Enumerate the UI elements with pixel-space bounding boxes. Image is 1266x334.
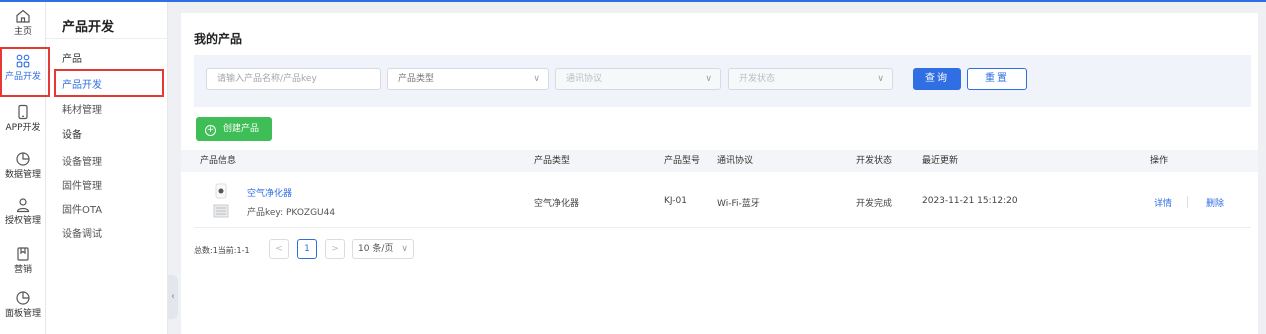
rail-item-auth-mgmt[interactable]: 授权管理 [0, 193, 46, 233]
subnav-group-product: 产品 [62, 54, 82, 65]
select-value: 通讯协议 [566, 74, 603, 84]
highlight-box [54, 69, 164, 97]
rail-label: 主页 [13, 27, 32, 37]
page-size-value: 10 条/页 [358, 244, 394, 254]
subnav-item-device-debug[interactable]: 设备调试 [62, 225, 102, 240]
rail-item-app-dev[interactable]: APP开发 [0, 100, 46, 140]
cell-updated: 2023-11-21 15:12:20 [922, 196, 1018, 206]
subnav-item-firmware-mgmt[interactable]: 固件管理 [62, 177, 102, 192]
search-input[interactable]: 请输入产品名称/产品key [206, 68, 381, 90]
page-size-select[interactable]: 10 条/页 ∨ [352, 239, 414, 259]
subnav-group-device: 设备 [62, 130, 82, 141]
rail-label: 数据管理 [4, 170, 41, 180]
main-card: 我的产品 请输入产品名称/产品key 产品类型 ∨ 通讯协议 ∨ 开发状态 ∨ … [181, 13, 1258, 334]
reset-button[interactable]: 重置 [967, 68, 1027, 90]
top-accent-line [0, 0, 1266, 2]
cell-model: KJ-01 [664, 196, 687, 206]
product-key: 产品key: PKOZGU44 [247, 208, 336, 218]
sub-nav: 产品开发 产品 产品开发 耗材管理 设备 设备管理 固件管理 固件OTA 设备调… [46, 2, 168, 334]
cell-protocol: Wi-Fi-蓝牙 [717, 199, 760, 209]
rail-label: APP开发 [5, 123, 41, 133]
chevron-down-icon: ∨ [533, 74, 540, 84]
pager-summary: 总数:1当前:1-1 [194, 246, 250, 255]
rail-label: 授权管理 [4, 216, 41, 226]
page-1-button[interactable]: 1 [297, 239, 317, 259]
query-button[interactable]: 查询 [913, 68, 961, 90]
column-header: 产品信息 [200, 156, 237, 166]
product-type-select[interactable]: 产品类型 ∨ [387, 68, 549, 90]
chevron-down-icon: ∨ [705, 74, 712, 84]
create-product-button[interactable]: + 创建产品 [196, 117, 272, 141]
chevron-down-icon: ∨ [401, 244, 408, 254]
rail-item-home[interactable]: 主页 [0, 4, 46, 44]
column-header: 操作 [1150, 156, 1169, 166]
delete-link[interactable]: 删除 [1206, 196, 1224, 209]
column-header: 产品类型 [534, 156, 571, 166]
subnav-title: 产品开发 [62, 20, 115, 35]
column-header: 开发状态 [856, 156, 893, 166]
product-name-link[interactable]: 空气净化器 [247, 186, 292, 199]
page-title: 我的产品 [194, 32, 243, 46]
rail-item-data-mgmt[interactable]: 数据管理 [0, 147, 46, 187]
collapse-sidebar-button[interactable]: ‹ [168, 275, 178, 319]
product-thumbnail [213, 183, 229, 218]
rail-item-panel-mgmt[interactable]: 面板管理 [0, 286, 46, 326]
subnav-item-firmware-ota[interactable]: 固件OTA [62, 201, 102, 216]
home-icon [15, 8, 31, 24]
column-header: 产品型号 [664, 156, 701, 166]
bookmark-icon [15, 246, 31, 262]
dev-status-select[interactable]: 开发状态 ∨ [728, 68, 893, 90]
create-label: 创建产品 [223, 124, 260, 134]
divider [194, 227, 1251, 228]
detail-link[interactable]: 详情 [1154, 196, 1172, 209]
rail-label: 面板管理 [4, 309, 41, 319]
user-icon [15, 197, 31, 213]
phone-icon [15, 104, 31, 120]
cell-product-type: 空气净化器 [534, 199, 580, 209]
rail-label: 营销 [13, 265, 32, 275]
table-header: 产品信息 产品类型 产品型号 通讯协议 开发状态 最近更新 操作 [181, 150, 1258, 172]
cell-status: 开发完成 [856, 199, 893, 209]
column-header: 最近更新 [922, 156, 959, 166]
rail-item-marketing[interactable]: 营销 [0, 242, 46, 282]
protocol-select[interactable]: 通讯协议 ∨ [555, 68, 721, 90]
pie-chart-icon [15, 290, 31, 306]
subnav-item-consumables[interactable]: 耗材管理 [62, 101, 102, 116]
filter-bar: 请输入产品名称/产品key 产品类型 ∨ 通讯协议 ∨ 开发状态 ∨ 查询 重置 [194, 55, 1251, 107]
divider [1187, 196, 1188, 208]
chevron-down-icon: ∨ [877, 74, 884, 84]
select-value: 产品类型 [398, 74, 435, 84]
prev-page-button[interactable]: < [269, 239, 289, 259]
column-header: 通讯协议 [717, 156, 754, 166]
highlight-box [0, 47, 50, 97]
pie-chart-icon [15, 151, 31, 167]
plus-circle-icon: + [205, 125, 216, 136]
divider [46, 38, 168, 39]
next-page-button[interactable]: > [325, 239, 345, 259]
subnav-item-device-mgmt[interactable]: 设备管理 [62, 153, 102, 168]
select-value: 开发状态 [739, 74, 776, 84]
